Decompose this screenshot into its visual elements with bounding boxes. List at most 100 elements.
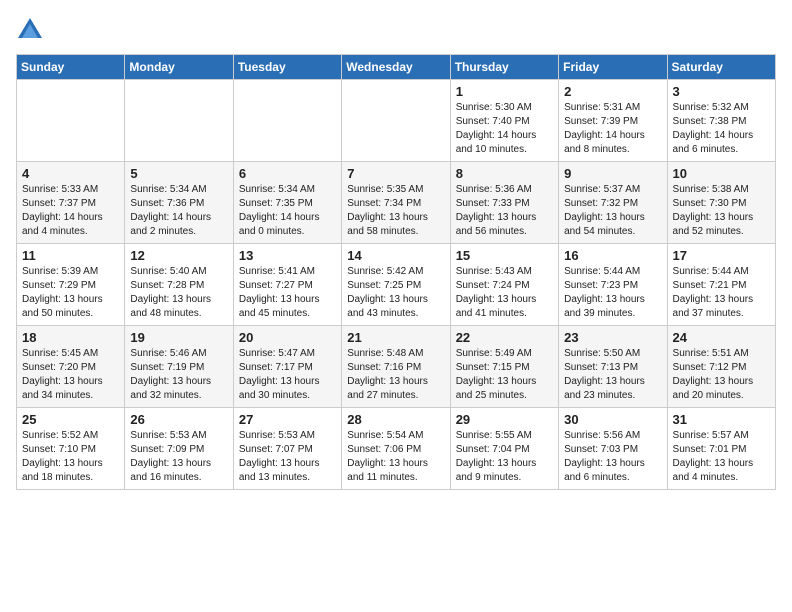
day-number: 11 xyxy=(22,248,119,263)
calendar-day-12: 12 Sunrise: 5:40 AMSunset: 7:28 PMDayligh… xyxy=(125,244,233,326)
day-info: Sunrise: 5:56 AMSunset: 7:03 PMDaylight:… xyxy=(564,429,661,485)
day-number: 30 xyxy=(564,412,661,427)
day-header-wednesday: Wednesday xyxy=(342,55,450,80)
logo xyxy=(16,16,48,44)
calendar-day-31: 31 Sunrise: 5:57 AMSunset: 7:01 PMDayligh… xyxy=(667,408,775,490)
day-info: Sunrise: 5:42 AMSunset: 7:25 PMDaylight:… xyxy=(347,265,444,321)
day-number: 25 xyxy=(22,412,119,427)
calendar-empty-cell xyxy=(17,80,125,162)
calendar-day-3: 3 Sunrise: 5:32 AMSunset: 7:38 PMDaylight… xyxy=(667,80,775,162)
calendar-empty-cell xyxy=(125,80,233,162)
calendar-day-9: 9 Sunrise: 5:37 AMSunset: 7:32 PMDaylight… xyxy=(559,162,667,244)
day-info: Sunrise: 5:34 AMSunset: 7:35 PMDaylight:… xyxy=(239,183,336,239)
day-info: Sunrise: 5:49 AMSunset: 7:15 PMDaylight:… xyxy=(456,347,553,403)
calendar-day-1: 1Sunrise: 5:30 AMSunset: 7:40 PMDaylight… xyxy=(450,80,558,162)
day-number: 26 xyxy=(130,412,227,427)
calendar-day-4: 4 Sunrise: 5:33 AMSunset: 7:37 PMDaylight… xyxy=(17,162,125,244)
day-number: 15 xyxy=(456,248,553,263)
day-number: 7 xyxy=(347,166,444,181)
calendar-day-17: 17 Sunrise: 5:44 AMSunset: 7:21 PMDayligh… xyxy=(667,244,775,326)
calendar-day-29: 29 Sunrise: 5:55 AMSunset: 7:04 PMDayligh… xyxy=(450,408,558,490)
day-number: 31 xyxy=(673,412,770,427)
calendar-day-18: 18 Sunrise: 5:45 AMSunset: 7:20 PMDayligh… xyxy=(17,326,125,408)
logo-icon xyxy=(16,16,44,44)
calendar-day-7: 7 Sunrise: 5:35 AMSunset: 7:34 PMDaylight… xyxy=(342,162,450,244)
day-info: Sunrise: 5:44 AMSunset: 7:21 PMDaylight:… xyxy=(673,265,770,321)
calendar-week-row: 11 Sunrise: 5:39 AMSunset: 7:29 PMDayligh… xyxy=(17,244,776,326)
day-number: 29 xyxy=(456,412,553,427)
day-number: 12 xyxy=(130,248,227,263)
day-number: 2 xyxy=(564,84,661,99)
day-number: 5 xyxy=(130,166,227,181)
day-number: 21 xyxy=(347,330,444,345)
calendar-day-2: 2 Sunrise: 5:31 AMSunset: 7:39 PMDaylight… xyxy=(559,80,667,162)
calendar-day-15: 15Sunrise: 5:43 AMSunset: 7:24 PMDayligh… xyxy=(450,244,558,326)
day-number: 17 xyxy=(673,248,770,263)
calendar-day-16: 16 Sunrise: 5:44 AMSunset: 7:23 PMDayligh… xyxy=(559,244,667,326)
day-number: 19 xyxy=(130,330,227,345)
day-info: Sunrise: 5:38 AMSunset: 7:30 PMDaylight:… xyxy=(673,183,770,239)
day-number: 9 xyxy=(564,166,661,181)
calendar-day-13: 13 Sunrise: 5:41 AMSunset: 7:27 PMDayligh… xyxy=(233,244,341,326)
day-info: Sunrise: 5:36 AMSunset: 7:33 PMDaylight:… xyxy=(456,183,553,239)
day-info: Sunrise: 5:39 AMSunset: 7:29 PMDaylight:… xyxy=(22,265,119,321)
day-number: 13 xyxy=(239,248,336,263)
calendar-day-20: 20 Sunrise: 5:47 AMSunset: 7:17 PMDayligh… xyxy=(233,326,341,408)
page-header xyxy=(16,16,776,44)
calendar-day-24: 24Sunrise: 5:51 AMSunset: 7:12 PMDayligh… xyxy=(667,326,775,408)
calendar-table: SundayMondayTuesdayWednesdayThursdayFrid… xyxy=(16,54,776,490)
calendar-week-row: 1Sunrise: 5:30 AMSunset: 7:40 PMDaylight… xyxy=(17,80,776,162)
day-number: 23 xyxy=(564,330,661,345)
day-number: 1 xyxy=(456,84,553,99)
day-header-sunday: Sunday xyxy=(17,55,125,80)
calendar-day-19: 19 Sunrise: 5:46 AMSunset: 7:19 PMDayligh… xyxy=(125,326,233,408)
day-info: Sunrise: 5:34 AMSunset: 7:36 PMDaylight:… xyxy=(130,183,227,239)
day-info: Sunrise: 5:47 AMSunset: 7:17 PMDaylight:… xyxy=(239,347,336,403)
calendar-week-row: 18 Sunrise: 5:45 AMSunset: 7:20 PMDayligh… xyxy=(17,326,776,408)
calendar-day-14: 14Sunrise: 5:42 AMSunset: 7:25 PMDayligh… xyxy=(342,244,450,326)
day-info: Sunrise: 5:31 AMSunset: 7:39 PMDaylight:… xyxy=(564,101,661,157)
day-info: Sunrise: 5:37 AMSunset: 7:32 PMDaylight:… xyxy=(564,183,661,239)
day-header-thursday: Thursday xyxy=(450,55,558,80)
day-info: Sunrise: 5:33 AMSunset: 7:37 PMDaylight:… xyxy=(22,183,119,239)
day-info: Sunrise: 5:53 AMSunset: 7:09 PMDaylight:… xyxy=(130,429,227,485)
day-info: Sunrise: 5:40 AMSunset: 7:28 PMDaylight:… xyxy=(130,265,227,321)
day-info: Sunrise: 5:44 AMSunset: 7:23 PMDaylight:… xyxy=(564,265,661,321)
calendar-empty-cell xyxy=(233,80,341,162)
day-number: 20 xyxy=(239,330,336,345)
calendar-week-row: 25 Sunrise: 5:52 AMSunset: 7:10 PMDayligh… xyxy=(17,408,776,490)
calendar-day-23: 23 Sunrise: 5:50 AMSunset: 7:13 PMDayligh… xyxy=(559,326,667,408)
day-info: Sunrise: 5:53 AMSunset: 7:07 PMDaylight:… xyxy=(239,429,336,485)
day-info: Sunrise: 5:50 AMSunset: 7:13 PMDaylight:… xyxy=(564,347,661,403)
day-number: 6 xyxy=(239,166,336,181)
day-info: Sunrise: 5:52 AMSunset: 7:10 PMDaylight:… xyxy=(22,429,119,485)
day-info: Sunrise: 5:55 AMSunset: 7:04 PMDaylight:… xyxy=(456,429,553,485)
day-header-saturday: Saturday xyxy=(667,55,775,80)
day-number: 16 xyxy=(564,248,661,263)
day-info: Sunrise: 5:35 AMSunset: 7:34 PMDaylight:… xyxy=(347,183,444,239)
day-number: 8 xyxy=(456,166,553,181)
calendar-day-28: 28 Sunrise: 5:54 AMSunset: 7:06 PMDayligh… xyxy=(342,408,450,490)
day-info: Sunrise: 5:51 AMSunset: 7:12 PMDaylight:… xyxy=(673,347,770,403)
day-number: 4 xyxy=(22,166,119,181)
calendar-day-22: 22 Sunrise: 5:49 AMSunset: 7:15 PMDayligh… xyxy=(450,326,558,408)
calendar-day-6: 6 Sunrise: 5:34 AMSunset: 7:35 PMDaylight… xyxy=(233,162,341,244)
day-info: Sunrise: 5:32 AMSunset: 7:38 PMDaylight:… xyxy=(673,101,770,157)
calendar-day-11: 11 Sunrise: 5:39 AMSunset: 7:29 PMDayligh… xyxy=(17,244,125,326)
calendar-day-21: 21 Sunrise: 5:48 AMSunset: 7:16 PMDayligh… xyxy=(342,326,450,408)
calendar-week-row: 4 Sunrise: 5:33 AMSunset: 7:37 PMDaylight… xyxy=(17,162,776,244)
day-number: 18 xyxy=(22,330,119,345)
day-header-tuesday: Tuesday xyxy=(233,55,341,80)
day-info: Sunrise: 5:57 AMSunset: 7:01 PMDaylight:… xyxy=(673,429,770,485)
day-info: Sunrise: 5:54 AMSunset: 7:06 PMDaylight:… xyxy=(347,429,444,485)
calendar-day-8: 8 Sunrise: 5:36 AMSunset: 7:33 PMDaylight… xyxy=(450,162,558,244)
day-number: 28 xyxy=(347,412,444,427)
day-number: 10 xyxy=(673,166,770,181)
day-info: Sunrise: 5:41 AMSunset: 7:27 PMDaylight:… xyxy=(239,265,336,321)
day-number: 22 xyxy=(456,330,553,345)
day-number: 3 xyxy=(673,84,770,99)
day-info: Sunrise: 5:48 AMSunset: 7:16 PMDaylight:… xyxy=(347,347,444,403)
day-info: Sunrise: 5:45 AMSunset: 7:20 PMDaylight:… xyxy=(22,347,119,403)
day-info: Sunrise: 5:46 AMSunset: 7:19 PMDaylight:… xyxy=(130,347,227,403)
calendar-day-27: 27Sunrise: 5:53 AMSunset: 7:07 PMDayligh… xyxy=(233,408,341,490)
